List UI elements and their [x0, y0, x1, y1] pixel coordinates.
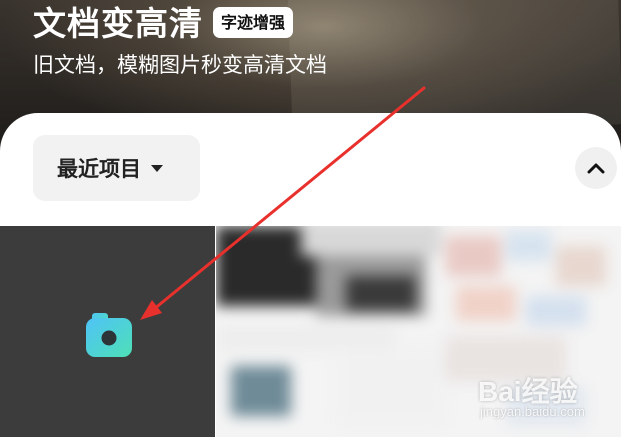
recent-projects-dropdown[interactable]: 最近项目 — [33, 135, 200, 201]
banner-badge: 字迹增强 — [213, 7, 294, 38]
banner-subtitle: 旧文档，模糊图片秒变高清文档 — [33, 53, 327, 77]
recent-projects-label: 最近项目 — [57, 157, 141, 181]
banner-title: 文档变高清 — [33, 4, 203, 43]
camera-capture-tile[interactable] — [0, 226, 215, 437]
chevron-up-icon — [587, 163, 605, 174]
caret-down-icon — [151, 164, 163, 172]
collapse-button[interactable] — [575, 147, 617, 189]
camera-icon — [86, 313, 132, 357]
watermark-url: jingyan.baidu.com — [480, 404, 585, 419]
